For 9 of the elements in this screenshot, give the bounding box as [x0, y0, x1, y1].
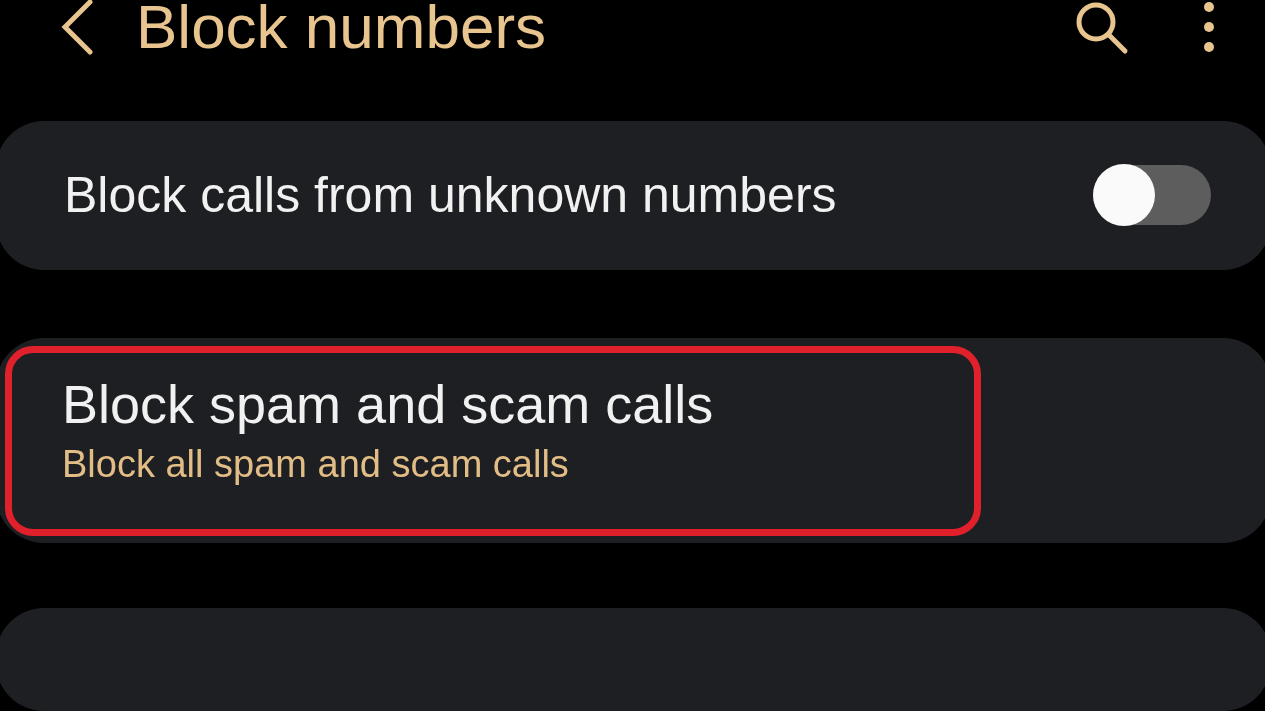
setting-title: Block spam and scam calls	[62, 372, 715, 435]
page-title: Block numbers	[136, 0, 548, 58]
more-icon	[1203, 0, 1215, 55]
setting-label: Block calls from unknown numbers	[64, 166, 838, 225]
back-icon	[60, 0, 94, 55]
back-button[interactable]	[60, 0, 94, 55]
settings-card[interactable]: Block spam and scam calls Block all spam and scam calls	[0, 337, 1265, 544]
more-options-button[interactable]	[1203, 0, 1215, 55]
setting-summary: Block all spam and scam calls	[62, 442, 570, 486]
